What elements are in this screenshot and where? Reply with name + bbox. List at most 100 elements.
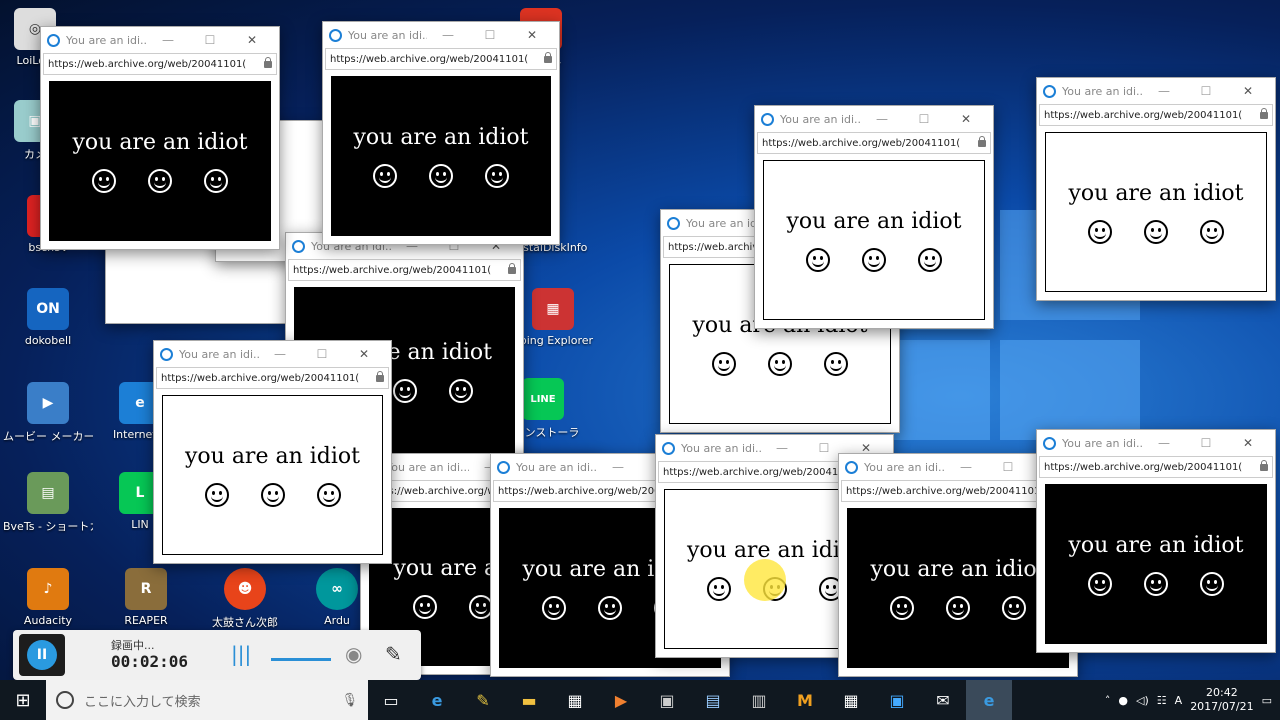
- media-player-icon[interactable]: ▶: [598, 680, 644, 720]
- desktop-icon-movie-maker[interactable]: ▶ ムービー メーカー: [3, 382, 93, 444]
- ime-indicator[interactable]: A: [1175, 694, 1183, 707]
- app-icon[interactable]: ▤: [690, 680, 736, 720]
- smiley-icon: [92, 168, 116, 193]
- maximize-button[interactable]: ☐: [1185, 436, 1227, 450]
- notification-icon[interactable]: ▭: [1262, 694, 1272, 707]
- internet-explorer-icon[interactable]: e: [966, 680, 1012, 720]
- screen-recorder-widget: II 録画中... 00:02:06 ||| ◉ ✎: [13, 630, 421, 680]
- smiley-icon: [392, 378, 417, 403]
- smiley-icon: [768, 351, 792, 376]
- smiley-row: [1088, 571, 1224, 596]
- pen-icon[interactable]: ✎: [385, 642, 402, 666]
- volume-slider[interactable]: [271, 658, 331, 661]
- webcam-icon[interactable]: ◉: [345, 642, 362, 666]
- desktop-icon-reaper[interactable]: R REAPER: [101, 568, 191, 627]
- address-bar[interactable]: https://web.archive.org/web/20041101(: [757, 132, 991, 154]
- mail-icon[interactable]: ✉: [920, 680, 966, 720]
- close-button[interactable]: ✕: [945, 112, 987, 126]
- maximize-button[interactable]: ☐: [903, 112, 945, 126]
- lock-icon: [508, 262, 516, 274]
- address-bar[interactable]: https://web.archive.org/web/20041101(: [325, 48, 557, 70]
- smiley-icon: [1088, 571, 1112, 596]
- window-titlebar[interactable]: You are an idi...—☐✕: [1037, 78, 1275, 104]
- minimize-button[interactable]: —: [1143, 84, 1185, 98]
- minimize-button[interactable]: —: [861, 112, 903, 126]
- file-explorer-icon[interactable]: ▬: [506, 680, 552, 720]
- clock[interactable]: 20:42 2017/07/21: [1190, 686, 1253, 714]
- internet-explorer-icon: [761, 112, 774, 126]
- minimize-button[interactable]: —: [597, 460, 639, 474]
- window-titlebar[interactable]: You are an idi...—☐✕: [1037, 430, 1275, 456]
- lock-icon: [264, 56, 272, 68]
- desktop-icon-audacity[interactable]: ♪ Audacity: [3, 568, 93, 627]
- app-icon: ▦: [532, 288, 574, 330]
- edge-icon[interactable]: e: [414, 680, 460, 720]
- maximize-button[interactable]: ☐: [987, 460, 1029, 474]
- desktop-icon-dokobell[interactable]: ON dokobell: [3, 288, 93, 347]
- popup-window[interactable]: You are an idi...—☐✕ https://web.archive…: [1036, 77, 1276, 301]
- window-titlebar[interactable]: You are an idi...—☐✕: [41, 27, 279, 53]
- smiley-row: [92, 168, 228, 193]
- task-view-icon[interactable]: ▭: [368, 680, 414, 720]
- smiley-icon: [806, 247, 830, 272]
- close-button[interactable]: ✕: [343, 347, 385, 361]
- desktop-icon-taiko[interactable]: ☻ 太鼓さん次郎: [200, 568, 290, 630]
- start-button[interactable]: ⊞: [0, 680, 46, 720]
- maximize-button[interactable]: ☐: [469, 28, 511, 42]
- minimize-button[interactable]: —: [1143, 436, 1185, 450]
- smiley-icon: [918, 247, 942, 272]
- chevron-up-icon[interactable]: ˄: [1105, 694, 1111, 707]
- maximize-button[interactable]: ☐: [301, 347, 343, 361]
- app-icon[interactable]: ▣: [874, 680, 920, 720]
- app-icon[interactable]: M: [782, 680, 828, 720]
- popup-window[interactable]: You are an idi...—☐✕ https://web.archive…: [153, 340, 392, 564]
- minimize-button[interactable]: —: [427, 28, 469, 42]
- store-icon[interactable]: ▦: [552, 680, 598, 720]
- close-button[interactable]: ✕: [511, 28, 553, 42]
- maximize-button[interactable]: ☐: [1185, 84, 1227, 98]
- app-icon[interactable]: ▣: [644, 680, 690, 720]
- app-icon: ▶: [27, 382, 69, 424]
- popup-window[interactable]: You are an idi...—☐✕ https://web.archive…: [40, 26, 280, 250]
- app-icon[interactable]: ▥: [736, 680, 782, 720]
- minimize-button[interactable]: —: [147, 33, 189, 47]
- page-content: you are an idiot: [162, 395, 383, 555]
- dokobell-tray-icon[interactable]: ●: [1118, 694, 1128, 707]
- lock-icon: [376, 370, 384, 382]
- app-icon: R: [125, 568, 167, 610]
- window-titlebar[interactable]: You are an idi...—☐✕: [154, 341, 391, 367]
- network-icon[interactable]: ☷: [1157, 694, 1167, 707]
- close-button[interactable]: ✕: [231, 33, 273, 47]
- microphone-icon[interactable]: 🎙: [341, 693, 358, 708]
- address-bar[interactable]: https://web.archive.org/web/20041101(: [1039, 104, 1273, 126]
- popup-window[interactable]: You are an idi...—☐✕ https://web.archive…: [754, 105, 994, 329]
- desktop-icon-bvets[interactable]: ▤BveTs - ショートカット: [3, 472, 93, 534]
- popup-window[interactable]: You are an idi...—☐✕ https://web.archive…: [1036, 429, 1276, 653]
- address-bar[interactable]: https://web.archive.org/web/20041101(: [43, 53, 277, 75]
- address-bar[interactable]: https://web.archive.org/web/20041101(: [156, 367, 389, 389]
- smiley-icon: [706, 576, 731, 601]
- pause-button[interactable]: II: [19, 634, 65, 676]
- volume-icon[interactable]: ◁): [1136, 694, 1149, 707]
- smiley-row: [890, 595, 1026, 620]
- smiley-icon: [1144, 219, 1168, 244]
- address-bar[interactable]: https://web.archive.org/web/20041101(: [288, 259, 521, 281]
- minimize-button[interactable]: —: [259, 347, 301, 361]
- internet-explorer-icon: [497, 460, 510, 474]
- search-box[interactable]: ここに入力して検索 🎙: [46, 680, 368, 720]
- minimize-button[interactable]: —: [945, 460, 987, 474]
- pen-app-icon[interactable]: ✎: [460, 680, 506, 720]
- smiley-row: [806, 247, 942, 272]
- calculator-icon[interactable]: ▦: [828, 680, 874, 720]
- close-button[interactable]: ✕: [1227, 84, 1269, 98]
- close-button[interactable]: ✕: [1227, 436, 1269, 450]
- address-bar[interactable]: https://web.archive.org/web/20041101(: [1039, 456, 1273, 478]
- window-titlebar[interactable]: You are an idi...—☐✕: [323, 22, 559, 48]
- internet-explorer-icon: [47, 33, 60, 47]
- window-titlebar[interactable]: You are an idi...—☐✕: [755, 106, 993, 132]
- audio-level-icon[interactable]: |||: [231, 642, 251, 666]
- minimize-button[interactable]: —: [761, 441, 803, 455]
- lock-icon: [544, 51, 552, 63]
- popup-window[interactable]: You are an idi...—☐✕ https://web.archive…: [322, 21, 560, 245]
- maximize-button[interactable]: ☐: [189, 33, 231, 47]
